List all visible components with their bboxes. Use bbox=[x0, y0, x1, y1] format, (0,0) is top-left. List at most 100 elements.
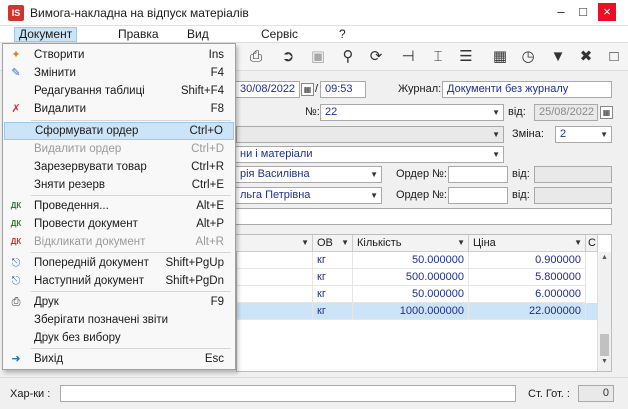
search-icon[interactable]: ⚲ bbox=[338, 47, 358, 67]
chevron-down-icon[interactable]: ▼ bbox=[457, 235, 465, 251]
characteristics-field[interactable] bbox=[60, 385, 516, 402]
menu-item-edit[interactable]: ✎ Змінити F4 bbox=[4, 64, 234, 82]
person1-field[interactable]: рія Василівна ▼ bbox=[236, 166, 382, 183]
table-cell-price: 0.900000 bbox=[469, 252, 586, 269]
order1-date-field[interactable] bbox=[534, 166, 612, 183]
menu-edit[interactable]: Правка bbox=[114, 27, 163, 42]
chevron-down-icon[interactable]: ▼ bbox=[492, 147, 500, 162]
menu-item-print-no-select[interactable]: Друк без вибору bbox=[4, 329, 234, 347]
number-field[interactable]: 22 ▼ bbox=[320, 104, 504, 121]
menu-item-save-reports[interactable]: Зберігати позначені звіти bbox=[4, 311, 234, 329]
calendar-icon[interactable]: ▦ bbox=[301, 83, 314, 96]
menu-item-print[interactable]: ⎙ Друк F9 bbox=[4, 293, 234, 311]
minimize-icon[interactable]: – bbox=[552, 3, 570, 21]
menu-item-form-order[interactable]: Сформувати ордер Ctrl+O bbox=[4, 122, 234, 140]
column-header-quantity[interactable]: Кількість ▼ bbox=[353, 235, 469, 252]
order2-date-field[interactable] bbox=[534, 187, 612, 204]
menu-item-prev-document[interactable]: ⎋ Попередній документ Shift+PgUp bbox=[4, 254, 234, 272]
order2-field[interactable] bbox=[448, 187, 508, 204]
menu-item-label: Друк без вибору bbox=[34, 332, 121, 344]
save-icon[interactable]: ▣ bbox=[308, 47, 328, 67]
chevron-down-icon[interactable]: ▼ bbox=[341, 235, 349, 251]
filter-icon[interactable]: ▼ bbox=[548, 47, 568, 67]
tree-icon[interactable]: ⌶ bbox=[428, 47, 448, 67]
order1-field[interactable] bbox=[448, 166, 508, 183]
scroll-up-icon[interactable]: ▲ bbox=[598, 254, 611, 261]
journal-field[interactable]: Документи без журналу bbox=[442, 81, 612, 98]
menu-item-edit-table[interactable]: Редагування таблиці Shift+F4 bbox=[4, 82, 234, 100]
print-icon[interactable]: ⎙ bbox=[246, 47, 266, 67]
warehouse-field[interactable]: ▼ bbox=[236, 126, 504, 143]
time-field[interactable]: 09:53 bbox=[320, 81, 366, 98]
export-icon[interactable]: ➲ bbox=[278, 47, 298, 67]
column-header-unit[interactable]: ОВ ▼ bbox=[313, 235, 353, 252]
table-row[interactable]: кг 500.000000 5.800000 bbox=[237, 269, 597, 286]
menu-item-exit[interactable]: ➜ Вихід Esc bbox=[4, 350, 234, 368]
column-header-extra[interactable]: С bbox=[586, 235, 598, 252]
maximize-icon[interactable]: □ bbox=[574, 3, 592, 21]
menu-item-posting[interactable]: ДК Проведення... Alt+E bbox=[4, 197, 234, 215]
table-cell-unit: кг bbox=[313, 286, 353, 303]
bracket-icon[interactable]: □ bbox=[604, 47, 624, 67]
chevron-down-icon[interactable]: ▼ bbox=[492, 105, 500, 120]
menu-item-delete[interactable]: ✗ Видалити F8 bbox=[4, 100, 234, 118]
menu-view[interactable]: Вид bbox=[183, 27, 213, 42]
table-cell-price: 5.800000 bbox=[469, 269, 586, 286]
scrollbar-thumb[interactable] bbox=[600, 334, 609, 356]
table-row[interactable]: кг 50.000000 6.000000 bbox=[237, 286, 597, 303]
shift-field[interactable]: 2 ▼ bbox=[555, 126, 612, 143]
next-doc-icon: ⎋ bbox=[11, 275, 21, 287]
chevron-down-icon[interactable]: ▼ bbox=[492, 127, 500, 142]
chevron-down-icon[interactable]: ▼ bbox=[370, 167, 378, 182]
scroll-down-icon[interactable]: ▼ bbox=[598, 358, 611, 365]
chevron-down-icon[interactable]: ▼ bbox=[301, 235, 309, 251]
menu-item-create[interactable]: ✦ Створити Ins bbox=[4, 46, 234, 64]
menu-item-reserve[interactable]: Зарезервувати товар Ctrl+R bbox=[4, 158, 234, 176]
column-header-price[interactable]: Ціна ▼ bbox=[469, 235, 586, 252]
order2-vid-label: від: bbox=[512, 189, 530, 201]
menu-document[interactable]: Документ bbox=[14, 27, 78, 42]
readiness-field[interactable]: 0 bbox=[578, 385, 614, 402]
date-field[interactable]: 30/08/2022 bbox=[236, 81, 300, 98]
table-icon[interactable]: ▦ bbox=[490, 47, 510, 67]
menu-item-label: Створити bbox=[34, 49, 85, 61]
menu-item-post-document[interactable]: ДК Провести документ Alt+P bbox=[4, 215, 234, 233]
history-icon[interactable]: ◷ bbox=[518, 47, 538, 67]
menu-item-next-document[interactable]: ⎋ Наступний документ Shift+PgDn bbox=[4, 272, 234, 290]
search-next-icon[interactable]: ⟳ bbox=[366, 47, 386, 67]
menu-item-unreserve[interactable]: Зняти резерв Ctrl+E bbox=[4, 176, 234, 194]
menu-item-shortcut: Shift+F4 bbox=[180, 85, 224, 97]
chevron-down-icon[interactable]: ▼ bbox=[600, 127, 608, 142]
person2-field[interactable]: льга Петрівна ▼ bbox=[236, 187, 382, 204]
menu-service[interactable]: Сервіс bbox=[257, 27, 302, 42]
column-header-hidden[interactable]: ▼ bbox=[236, 235, 313, 252]
menu-help[interactable]: ? bbox=[335, 27, 350, 42]
chevron-down-icon[interactable]: ▼ bbox=[574, 235, 582, 251]
table-row[interactable]: кг 50.000000 0.900000 bbox=[237, 252, 597, 269]
table-cell-unit: кг bbox=[313, 269, 353, 286]
close-icon[interactable]: × bbox=[598, 3, 616, 21]
menu-item-label: Вихід bbox=[34, 353, 64, 365]
order1-label: Ордер №: bbox=[396, 168, 447, 180]
vid-date-field[interactable]: 25/08/2022 bbox=[534, 104, 598, 121]
date-time-separator: / bbox=[315, 83, 319, 95]
print-icon: ⎙ bbox=[11, 296, 21, 308]
clear-filter-icon[interactable]: ✖ bbox=[576, 47, 596, 67]
list-icon[interactable]: ☰ bbox=[456, 47, 476, 67]
menu-item-unpost-document[interactable]: ДК Відкликати документ Alt+R bbox=[4, 233, 234, 251]
menu-item-shortcut: F4 bbox=[210, 67, 224, 79]
vertical-scrollbar[interactable]: ▲ ▼ bbox=[597, 252, 611, 371]
menu-bar: Документ Правка Вид Сервіс ? bbox=[0, 26, 628, 43]
calendar-icon[interactable]: ▦ bbox=[600, 106, 613, 119]
note-field[interactable] bbox=[236, 208, 612, 225]
menu-item-label: Друк bbox=[34, 296, 59, 308]
menu-item-label: Редагування таблиці bbox=[34, 85, 145, 97]
menu-item-shortcut: Ctrl+E bbox=[191, 179, 224, 191]
materials-field[interactable]: ни і матеріали ▼ bbox=[236, 146, 504, 163]
menu-item-label: Попередній документ bbox=[34, 257, 149, 269]
split-icon[interactable]: ⊣ bbox=[398, 47, 418, 67]
table-row-selected[interactable]: кг 1000.000000 22.000000 bbox=[237, 303, 597, 320]
menu-item-delete-order[interactable]: Видалити ордер Ctrl+D bbox=[4, 140, 234, 158]
chevron-down-icon[interactable]: ▼ bbox=[370, 188, 378, 203]
menu-item-shortcut: Ins bbox=[208, 49, 224, 61]
